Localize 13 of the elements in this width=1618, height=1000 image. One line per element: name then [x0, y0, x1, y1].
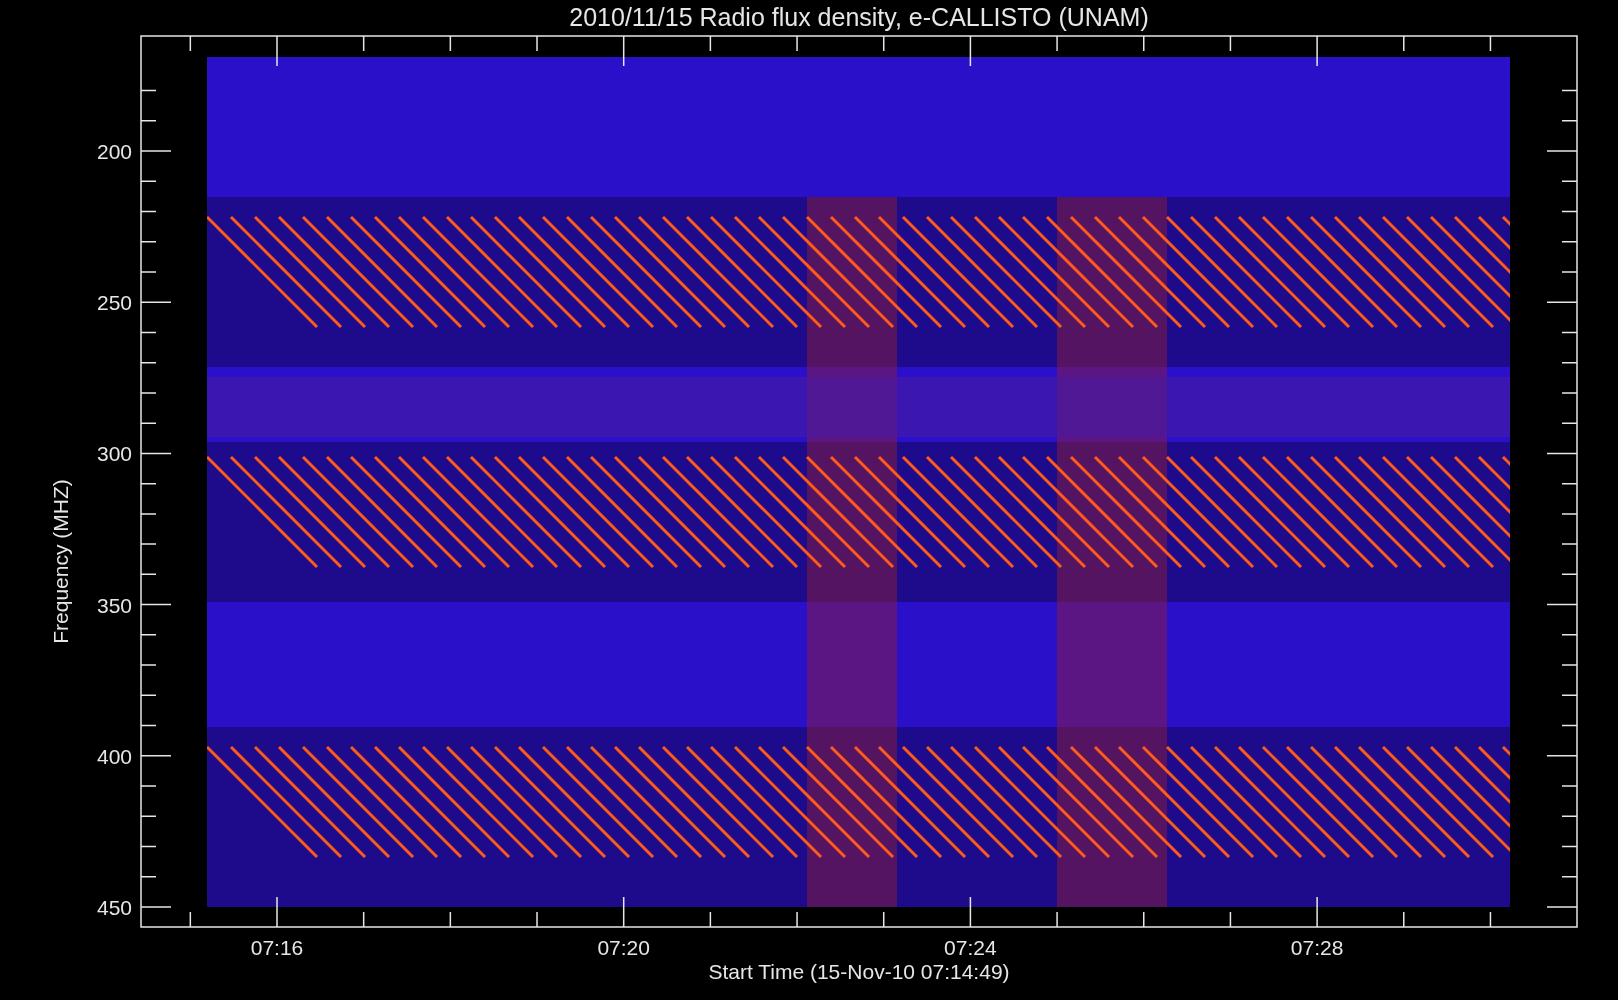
axis-tick-label: 400 [96, 744, 132, 768]
axis-tick-label: 07:24 [944, 936, 997, 959]
axis-tick-label: 07:20 [597, 936, 650, 959]
axis-tick-label: 300 [96, 442, 132, 466]
axis-tick-label: 450 [96, 896, 132, 919]
axis-title: Frequency (MHZ) [49, 479, 72, 644]
axis-tick-label: 200 [96, 140, 132, 163]
axis-title: Start Time (15-Nov-10 07:14:49) [708, 960, 1010, 983]
axis-tick-label: 350 [96, 593, 132, 617]
axis-tick-label: 07:16 [250, 936, 304, 959]
axis-tick-label: 07:28 [1290, 936, 1344, 959]
axis-tick-label: 250 [96, 291, 132, 315]
chart-title: 2010/11/15 Radio flux density, e-CALLISTO (UNAM) [569, 3, 1149, 31]
